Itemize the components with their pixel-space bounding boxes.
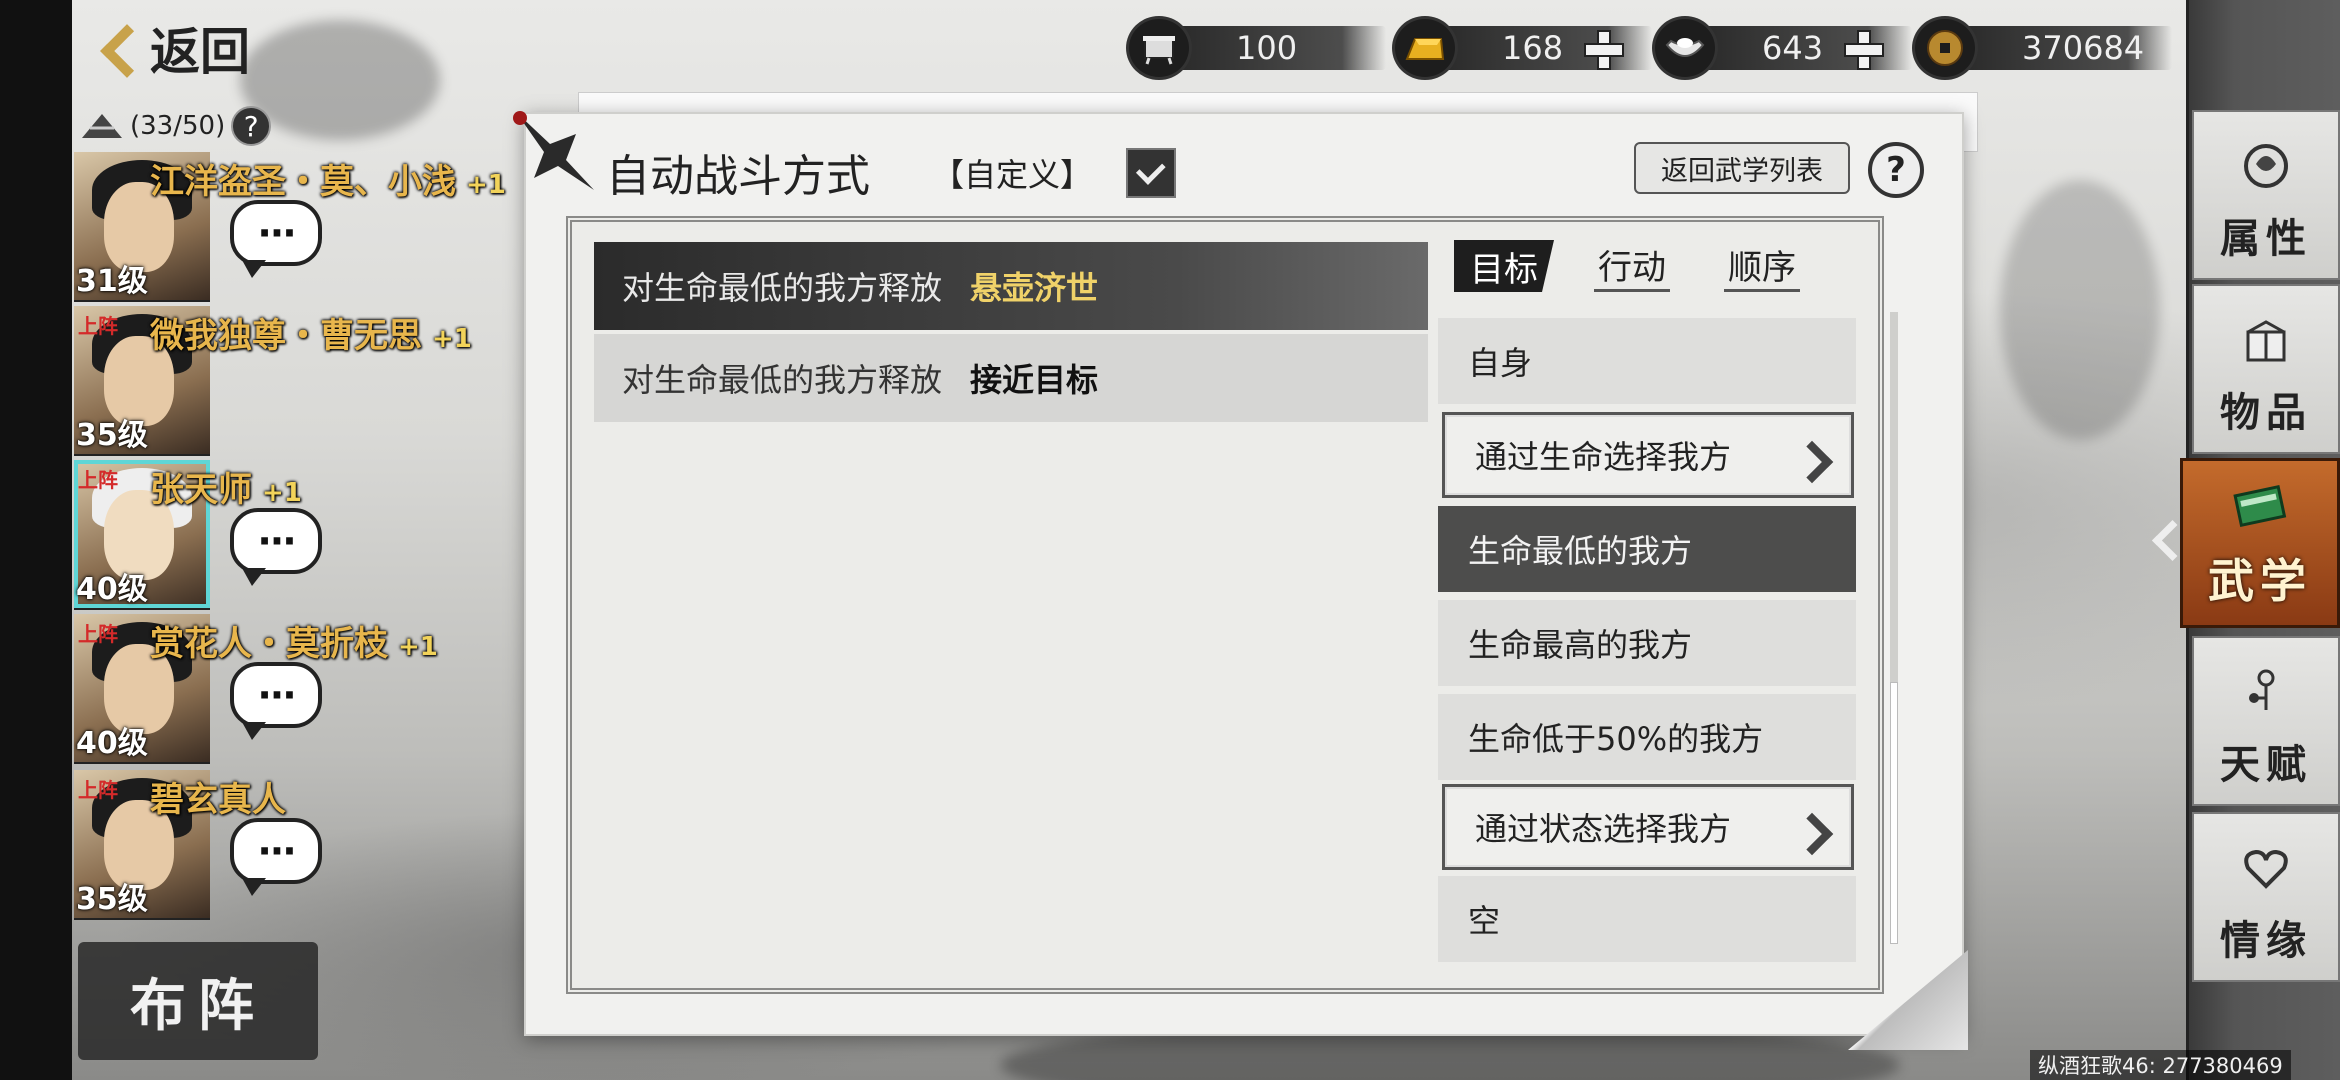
rule-condition: 对生命最低的我方释放 [622,269,943,307]
tab-order[interactable]: 顺序 [1724,240,1800,292]
battle-rule-row[interactable]: 对生命最低的我方释放 接近目标 [594,334,1428,422]
hero-card[interactable]: 上阵 赏花人・莫折枝 +1 ··· 40级 [74,614,514,764]
chat-bubble-icon[interactable]: ··· [230,508,322,586]
hero-name: 江洋盗圣・莫、小浅 +1 [150,162,506,202]
rule-condition: 对生命最低的我方释放 [622,361,943,399]
side-menu-label: 情缘 [2220,917,2312,964]
hero-card[interactable]: 上阵 微我独尊・曹无思 +1 35级 [74,306,514,456]
option-by-hp-submenu[interactable]: 通过生命选择我方 [1442,412,1854,498]
attribute-icon [2236,136,2296,196]
rule-skill: 悬壶济世 [970,269,1099,307]
formation-button[interactable]: 布阵 [78,942,318,1060]
hero-name: 微我独尊・曹无思 +1 [150,316,472,356]
option-self[interactable]: 自身 [1438,318,1856,404]
resource-silver: 643 [1652,16,1912,80]
hero-name: 张天师 +1 [150,470,302,510]
side-menu-label: 武学 [2208,554,2312,608]
option-label: 空 [1468,902,1501,940]
roster-count-text: (33/50) [130,111,226,141]
onstage-tag: 上阵 [78,622,118,646]
chevron-right-icon [1797,811,1825,851]
resource-value: 643 [1762,29,1824,67]
add-silver-button[interactable] [1842,28,1884,70]
option-by-status-submenu[interactable]: 通过状态选择我方 [1442,784,1854,870]
talent-icon [2236,662,2296,722]
hero-level: 40级 [76,572,148,607]
cauldron-icon [1126,16,1192,80]
rule-skill: 接近目标 [970,361,1099,399]
roster-help-button[interactable]: ? [231,106,272,146]
collapse-arrow-icon[interactable] [2148,520,2182,560]
panel-help-button[interactable]: ? [1868,142,1924,198]
side-menu-items[interactable]: 物品 [2192,284,2340,454]
bond-heart-icon [2236,838,2296,898]
side-menu-bonds[interactable]: 情缘 [2192,812,2340,982]
return-to-skill-list-button[interactable]: 返回武学列表 [1634,142,1850,194]
hero-name: 碧玄真人 [150,780,286,820]
screen-edge [0,0,72,1080]
back-arrow-icon [96,18,136,78]
back-button[interactable]: 返回 [96,10,276,86]
battle-rule-row-selected[interactable]: 对生命最低的我方释放 悬壶济世 [594,242,1428,330]
gold-ingot-icon [1392,16,1458,80]
hero-level: 35级 [76,418,148,453]
option-highest-hp-ally[interactable]: 生命最高的我方 [1438,600,1856,686]
options-scrollbar-thumb[interactable] [1890,682,1898,944]
side-menu-label: 属性 [2220,215,2312,262]
side-menu-label: 物品 [2220,389,2312,436]
hero-card[interactable]: 江洋盗圣・莫、小浅 +1 ··· 31级 [74,152,514,302]
game-screen: 返回 100 168 643 370684 (33/50) ? 江洋盗圣・莫、小… [0,0,2340,1080]
option-label: 通过状态选择我方 [1475,810,1732,848]
martial-book-icon [2230,475,2290,535]
hero-level: 40级 [76,726,148,761]
resource-value: 370684 [2022,29,2145,67]
side-menu-talent[interactable]: 天赋 [2192,636,2340,806]
option-label: 生命最高的我方 [1468,626,1693,664]
hero-card[interactable]: 上阵 碧玄真人 ··· 35级 [74,770,514,920]
onstage-tag: 上阵 [78,468,118,492]
resource-value: 100 [1236,29,1298,67]
tab-target[interactable]: 目标 [1454,240,1554,292]
chat-bubble-icon[interactable]: ··· [230,200,322,278]
side-menu-attributes[interactable]: 属性 [2192,110,2340,280]
hero-card-selected[interactable]: 上阵 张天师 +1 ··· 40级 [74,460,514,610]
chat-bubble-icon[interactable]: ··· [230,818,322,896]
option-hp-below-50-ally[interactable]: 生命低于50%的我方 [1438,694,1856,780]
option-label: 通过生命选择我方 [1475,438,1732,476]
side-menu-label: 天赋 [2220,741,2312,788]
hero-level: 35级 [76,882,148,917]
option-empty[interactable]: 空 [1438,876,1856,962]
add-gold-button[interactable] [1582,28,1624,70]
onstage-tag: 上阵 [78,778,118,802]
option-tabs: 目标 行动 顺序 [1454,240,1854,292]
resource-gold: 168 [1392,16,1652,80]
formation-label: 布阵 [130,972,266,1039]
resource-value: 168 [1502,29,1564,67]
back-label: 返回 [150,22,250,81]
ink-decoration [2000,180,2160,440]
hero-level: 31级 [76,264,148,299]
silver-ingot-icon [1652,16,1718,80]
kunai-icon [513,111,594,190]
copper-coin-icon [1912,16,1978,80]
resource-cauldron: 100 [1126,16,1386,80]
option-lowest-hp-ally[interactable]: 生命最低的我方 [1438,506,1856,592]
player-uid: 纵酒狂歌46: 277380469 [2030,1050,2291,1080]
item-box-icon [2236,310,2296,370]
onstage-tag: 上阵 [78,314,118,338]
mode-label: 【自定义】 [932,156,1093,194]
roster-count: (33/50) ? [80,104,272,148]
chevron-right-icon [1797,439,1825,479]
option-label: 生命低于50%的我方 [1468,720,1764,758]
chat-bubble-icon[interactable]: ··· [230,662,322,740]
option-label: 自身 [1468,344,1533,382]
mode-dropdown-toggle[interactable] [1126,148,1176,198]
panel-title: 自动战斗方式 [606,151,870,202]
option-label: 生命最低的我方 [1468,532,1693,570]
team-icon [82,114,122,138]
tab-action[interactable]: 行动 [1594,240,1670,292]
side-menu-martial-arts[interactable]: 武学 [2180,458,2340,628]
hero-name: 赏花人・莫折枝 +1 [150,624,438,664]
resource-copper: 370684 [1912,16,2172,80]
